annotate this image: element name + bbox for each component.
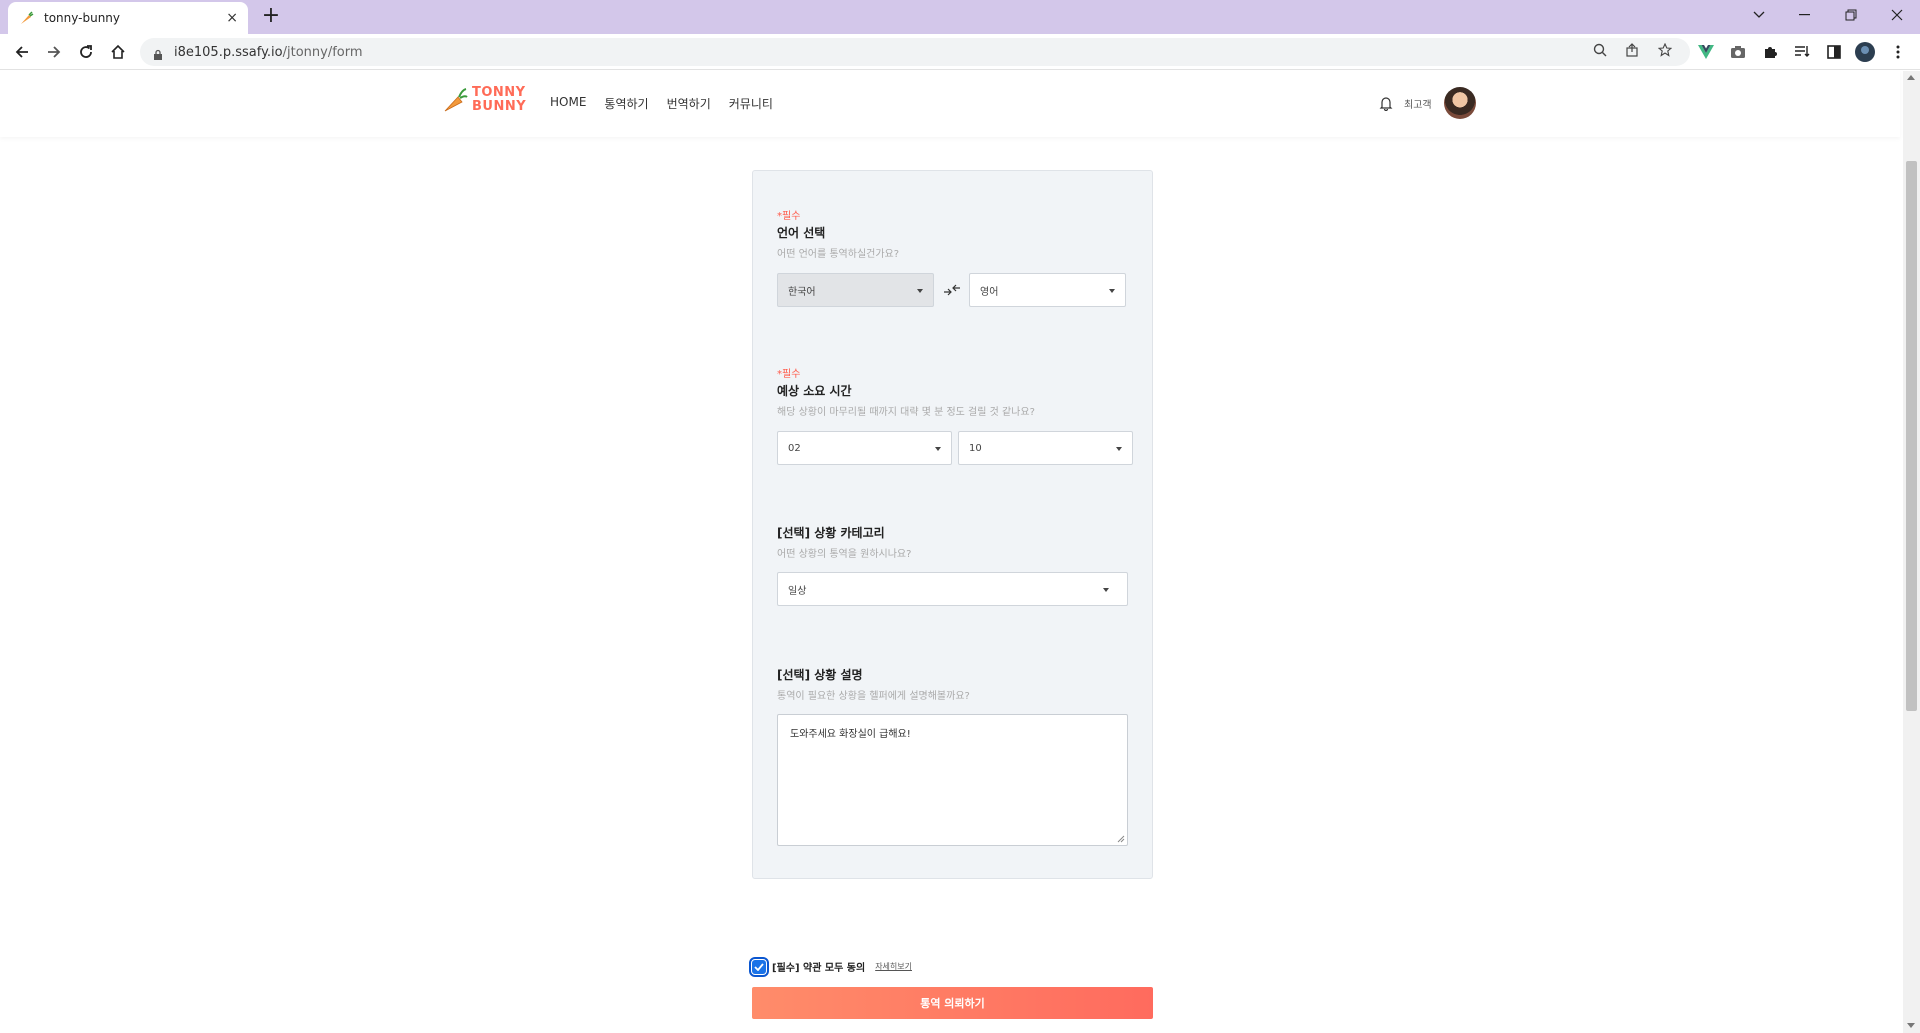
main-nav: HOME 통역하기 번역하기 커뮤니티 <box>550 95 773 112</box>
nav-interpret[interactable]: 통역하기 <box>604 95 648 112</box>
section-title: [선택] 상황 카테고리 <box>777 526 885 540</box>
caret-down-icon <box>935 447 941 451</box>
carrot-logo-icon <box>444 88 468 112</box>
section-description: 통역이 필요한 상황을 헬퍼에게 설명해볼까요? <box>777 691 970 702</box>
carrot-favicon-icon <box>18 10 34 26</box>
category-section: [선택] 상황 카테고리 어떤 상황의 통역을 원하시나요? <box>777 522 1132 560</box>
camera-icon[interactable] <box>1728 42 1748 62</box>
bell-icon[interactable] <box>1378 95 1394 111</box>
lock-icon <box>152 46 164 60</box>
forward-arrow-icon[interactable] <box>42 40 66 64</box>
nav-home[interactable]: HOME <box>550 95 586 112</box>
category-value: 일상 <box>788 585 807 597</box>
agree-label[interactable]: [필수] 약관 모두 동의 <box>772 959 865 974</box>
caret-down-icon <box>1116 447 1122 451</box>
checkmark-icon <box>754 962 764 971</box>
kebab-menu-icon[interactable] <box>1888 42 1908 62</box>
required-mark: *필수 <box>777 369 801 380</box>
caret-down-icon <box>1103 588 1109 592</box>
terms-detail-link[interactable]: 자세히보기 <box>875 961 912 972</box>
close-window-icon[interactable] <box>1874 0 1920 30</box>
interpret-request-form: *필수 언어 선택 어떤 언어를 통역하실건가요? 한국어 영어 *필수 예상 … <box>752 170 1153 879</box>
extensions-puzzle-icon[interactable] <box>1760 42 1780 62</box>
browser-toolbar: i8e105.p.ssafy.io/jtonny/form <box>0 34 1920 70</box>
share-icon[interactable] <box>1622 40 1642 60</box>
language-section: *필수 언어 선택 어떤 언어를 통역하실건가요? <box>777 207 1132 260</box>
section-title: [선택] 상황 설명 <box>777 668 863 682</box>
url-text: i8e105.p.ssafy.io/jtonny/form <box>174 45 363 60</box>
logo-line1: TONNY <box>472 85 526 100</box>
source-language-select[interactable]: 한국어 <box>777 273 934 307</box>
restore-icon[interactable] <box>1828 0 1874 30</box>
minutes-value: 10 <box>969 442 982 454</box>
logo-line2: BUNNY <box>472 99 527 114</box>
category-select[interactable]: 일상 <box>777 572 1128 606</box>
caret-down-icon <box>1109 289 1115 293</box>
profile-avatar-icon[interactable] <box>1855 42 1875 62</box>
section-title: 예상 소요 시간 <box>777 384 852 398</box>
section-description: 어떤 언어를 통역하실건가요? <box>777 249 900 260</box>
required-mark: *필수 <box>777 211 801 222</box>
url-path: /jtonny/form <box>282 44 363 60</box>
minimize-icon[interactable] <box>1782 0 1828 30</box>
bookmark-star-icon[interactable] <box>1655 40 1675 60</box>
hours-value: 02 <box>788 442 801 454</box>
section-title: 언어 선택 <box>777 226 826 240</box>
back-arrow-icon[interactable] <box>10 40 34 64</box>
logo-text: TONNY BUNNY <box>472 86 526 114</box>
source-language-value: 한국어 <box>788 286 816 298</box>
situation-textarea[interactable]: 도와주세요 화장실이 급해요! <box>777 714 1128 846</box>
caret-down-icon <box>917 289 923 293</box>
submit-request-button[interactable]: 통역 의뢰하기 <box>752 987 1153 1019</box>
vue-devtools-icon[interactable] <box>1696 42 1716 62</box>
target-language-select[interactable]: 영어 <box>969 273 1126 307</box>
scrollbar-thumb[interactable] <box>1906 161 1917 711</box>
tab-close-icon[interactable]: × <box>226 10 238 26</box>
resize-grip-icon[interactable] <box>1117 835 1125 843</box>
page-scrollbar[interactable] <box>1903 71 1920 1033</box>
zoom-icon[interactable] <box>1590 40 1610 60</box>
url-host: i8e105.p.ssafy.io <box>174 44 283 60</box>
user-area: 최고객 <box>1378 87 1476 119</box>
browser-tab-bar: tonny-bunny × + <box>0 0 1920 34</box>
section-description: 어떤 상황의 통역을 원하시나요? <box>777 549 912 560</box>
agree-checkbox[interactable] <box>749 956 769 977</box>
minutes-select[interactable]: 10 <box>958 431 1133 465</box>
scroll-up-arrow-icon[interactable] <box>1907 75 1915 80</box>
nav-translate[interactable]: 번역하기 <box>667 95 711 112</box>
nav-community[interactable]: 커뮤니티 <box>729 95 773 112</box>
address-bar[interactable]: i8e105.p.ssafy.io/jtonny/form <box>140 38 1690 66</box>
home-icon[interactable] <box>106 40 130 64</box>
avatar[interactable] <box>1443 87 1476 119</box>
tab-title: tonny-bunny <box>44 11 121 25</box>
web-page: TONNY BUNNY HOME 통역하기 번역하기 커뮤니티 최고객 *필수 … <box>0 71 1920 1033</box>
swap-arrows-icon[interactable] <box>942 280 962 300</box>
section-description: 해당 상황이 마무리될 때까지 대략 몇 분 정도 걸릴 것 같나요? <box>777 407 1035 418</box>
terms-agreement: [필수] 약관 모두 동의 자세히보기 <box>749 956 912 977</box>
user-name[interactable]: 최고객 <box>1404 96 1432 111</box>
tab-search-icon[interactable] <box>1736 0 1782 30</box>
site-header: TONNY BUNNY HOME 통역하기 번역하기 커뮤니티 최고객 <box>0 71 1900 137</box>
description-section: [선택] 상황 설명 통역이 필요한 상황을 헬퍼에게 설명해볼까요? <box>777 664 1132 702</box>
browser-tab[interactable]: tonny-bunny × <box>8 2 248 34</box>
reading-list-icon[interactable] <box>1792 42 1812 62</box>
situation-text: 도와주세요 화장실이 급해요! <box>790 729 911 740</box>
duration-section: *필수 예상 소요 시간 해당 상황이 마무리될 때까지 대략 몇 분 정도 걸… <box>777 365 1132 418</box>
new-tab-button[interactable]: + <box>258 4 284 30</box>
side-panel-icon[interactable] <box>1824 42 1844 62</box>
target-language-value: 영어 <box>980 286 999 298</box>
site-logo[interactable]: TONNY BUNNY <box>442 85 526 115</box>
hours-select[interactable]: 02 <box>777 431 952 465</box>
reload-icon[interactable] <box>74 40 98 64</box>
scroll-down-arrow-icon[interactable] <box>1907 1023 1915 1028</box>
